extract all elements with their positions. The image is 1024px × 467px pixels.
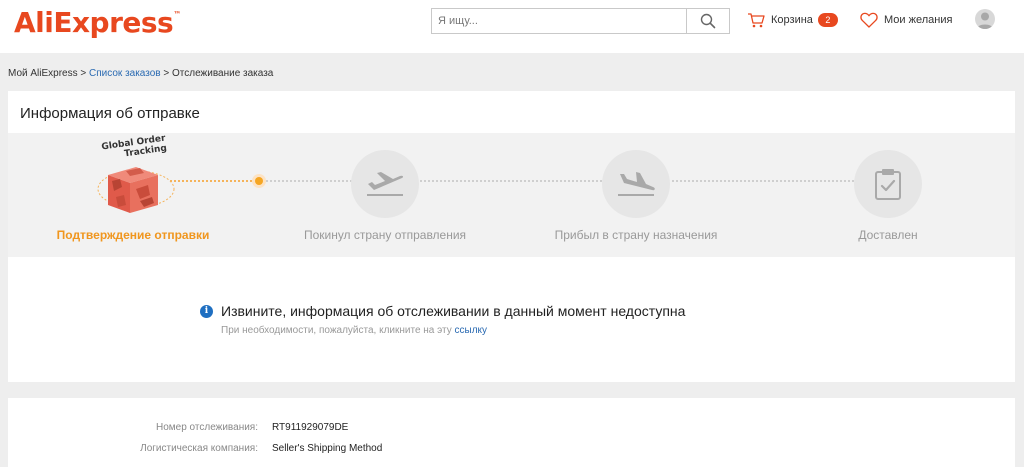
breadcrumb-separator: >	[160, 68, 173, 79]
breadcrumb: Мой AliExpress > Список заказов > Отслеж…	[8, 68, 273, 79]
logo-trademark: ™	[173, 10, 181, 19]
current-step-marker	[252, 174, 266, 188]
wishlist-label: Мои желания	[884, 14, 953, 26]
step-label-arrived: Прибыл в страну назначения	[554, 228, 718, 242]
breadcrumb-home[interactable]: Мой AliExpress	[8, 68, 78, 79]
step-label-confirmed: Подтверждение отправки	[56, 228, 210, 242]
notice-link[interactable]: ссылку	[455, 325, 488, 336]
breadcrumb-current: Отслеживание заказа	[172, 68, 274, 79]
notice-title-text: Извините, информация об отслеживании в д…	[221, 303, 686, 319]
progress-line	[420, 180, 610, 182]
detail-key: Номер отслеживания:	[156, 422, 258, 433]
cart-link[interactable]: Корзина 2	[747, 10, 838, 30]
logo-text: AliExpress	[14, 6, 174, 39]
plane-takeoff-icon	[367, 172, 404, 196]
tracking-progress: Global Order Tracking Подтверждение отпр…	[8, 133, 1015, 257]
step-label-delivered: Доставлен	[858, 228, 918, 242]
progress-line	[672, 180, 862, 182]
wishlist-link[interactable]: Мои желания	[860, 10, 952, 30]
clipboard-check-icon	[875, 169, 901, 200]
cart-count-badge: 2	[817, 13, 838, 27]
user-avatar[interactable]	[975, 9, 995, 29]
detail-key: Логистическая компания:	[140, 443, 258, 454]
step-arrived-circle	[602, 150, 670, 218]
global-order-tracking-badge: Global Order Tracking	[101, 134, 168, 163]
cart-icon	[748, 13, 765, 28]
notice-subtitle: При необходимости, пожалуйста, кликните …	[221, 325, 487, 336]
step-departed-circle	[351, 150, 419, 218]
notice-subtitle-text: При необходимости, пожалуйста, кликните …	[221, 325, 455, 336]
breadcrumb-separator: >	[77, 68, 90, 79]
search-input[interactable]	[432, 9, 688, 33]
progress-line	[266, 180, 356, 182]
top-header: AliExpress™ Корзина 2 Мои желания	[0, 0, 1024, 53]
tracking-unavailable-message: i Извините, информация об отслеживании в…	[200, 303, 685, 319]
search-button[interactable]	[686, 9, 729, 33]
tracking-details-panel: Номер отслеживания: RT911929079DE Логист…	[8, 398, 1015, 467]
detail-value: Seller's Shipping Method	[272, 443, 383, 454]
cart-label: Корзина	[771, 14, 813, 26]
shipping-info-panel: Информация об отправке Global Order Trac…	[8, 91, 1015, 382]
aliexpress-logo[interactable]: AliExpress™	[14, 6, 181, 39]
step-delivered-circle	[854, 150, 922, 218]
step-label-departed: Покинул страну отправления	[303, 228, 467, 242]
panel-title: Информация об отправке	[20, 105, 200, 122]
heart-icon	[860, 12, 878, 28]
breadcrumb-orders-link[interactable]: Список заказов	[89, 68, 161, 79]
info-icon: i	[200, 304, 213, 318]
progress-line-done	[170, 180, 256, 182]
plane-landing-icon	[618, 172, 655, 196]
detail-value: RT911929079DE	[272, 422, 349, 433]
package-icon	[97, 167, 175, 213]
search-box	[431, 8, 730, 34]
user-icon	[977, 12, 993, 29]
search-icon	[700, 13, 716, 29]
